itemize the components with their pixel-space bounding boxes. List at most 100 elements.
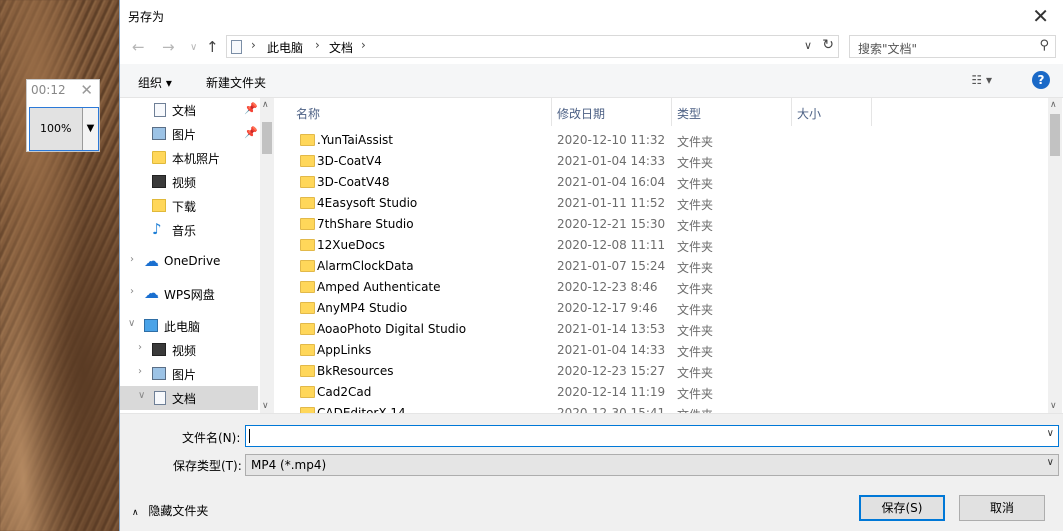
zoom-select[interactable]: 100% ▼ (29, 107, 99, 151)
help-icon[interactable]: ? (1032, 71, 1050, 89)
nav-item-documents[interactable]: 文档 📌 (120, 98, 260, 122)
chevron-down-icon[interactable]: ∨ (128, 318, 135, 329)
back-arrow-icon[interactable]: ← (132, 38, 145, 56)
document-icon (154, 391, 166, 405)
chevron-right-icon[interactable]: › (138, 342, 142, 353)
list-item[interactable]: 4Easysoft Studio 2021-01-11 11:52 文件夹 (276, 193, 876, 214)
hide-folders-toggle[interactable]: ∧ 隐藏文件夹 (132, 502, 208, 519)
nav-item-onedrive[interactable]: › ☁ OneDrive (120, 250, 260, 274)
save-button[interactable]: 保存(S) (859, 495, 945, 521)
file-date: 2021-01-04 16:04 (557, 175, 666, 189)
nav-item-downloads[interactable]: 下载 (120, 194, 260, 218)
column-divider[interactable] (871, 98, 872, 126)
zoom-value: 100% (40, 122, 72, 135)
nav-item-wps[interactable]: › ☁ WPS网盘 (120, 282, 260, 306)
filename-input[interactable]: ∨ (245, 425, 1059, 447)
music-icon: ♪ (152, 220, 162, 238)
list-item[interactable]: AlarmClockData 2021-01-07 15:24 文件夹 (276, 256, 876, 277)
list-item[interactable]: 12XueDocs 2020-12-08 11:11 文件夹 (276, 235, 876, 256)
list-item[interactable]: AoaoPhoto Digital Studio 2021-01-14 13:53… (276, 319, 876, 340)
list-item[interactable]: Cad2Cad 2020-12-14 11:19 文件夹 (276, 382, 876, 403)
breadcrumb-documents[interactable]: 文档 (329, 39, 353, 56)
nav-item-pictures[interactable]: 图片 📌 (120, 122, 260, 146)
column-type[interactable]: 类型 (677, 105, 701, 122)
chevron-down-icon[interactable]: ∨ (804, 39, 812, 52)
chevron-down-icon[interactable]: ∨ (138, 390, 145, 401)
scroll-thumb[interactable] (1050, 114, 1060, 156)
column-divider[interactable] (551, 98, 552, 126)
close-icon[interactable]: ✕ (80, 81, 93, 99)
list-item[interactable]: 3D-CoatV48 2021-01-04 16:04 文件夹 (276, 172, 876, 193)
file-date: 2021-01-04 14:33 (557, 343, 666, 357)
address-bar[interactable]: › 此电脑 › 文档 › ∨ ↻ (226, 35, 839, 58)
filetype-select[interactable]: MP4 (*.mp4) ∨ (245, 454, 1059, 476)
column-date[interactable]: 修改日期 (557, 105, 605, 122)
list-item[interactable]: .YunTaiAssist 2020-12-10 11:32 文件夹 (276, 130, 876, 151)
scroll-up-icon[interactable]: ∧ (1050, 100, 1057, 110)
organize-button[interactable]: 组织 ▾ (138, 74, 172, 91)
recorder-widget[interactable]: 00:12 ✕ 100% ▼ (26, 79, 100, 152)
folder-icon (300, 386, 315, 398)
file-date: 2020-12-23 8:46 (557, 280, 658, 294)
list-item[interactable]: CADEditorX 14 2020-12-30 15:41 文件夹 (276, 403, 876, 413)
pin-icon[interactable]: 📌 (244, 102, 258, 115)
nav-item-this-pc[interactable]: ∨ 此电脑 (120, 314, 260, 338)
pin-icon[interactable]: 📌 (244, 126, 258, 139)
nav-item-pc-documents[interactable]: ∨ 文档 (120, 386, 258, 410)
chevron-right-icon[interactable]: › (130, 286, 134, 297)
chevron-right-icon[interactable]: › (130, 254, 134, 265)
caret-down-icon[interactable]: ▼ (82, 108, 98, 150)
file-type: 文件夹 (677, 135, 714, 149)
up-arrow-icon[interactable]: ↑ (206, 38, 219, 56)
file-type: 文件夹 (677, 324, 714, 338)
search-icon[interactable]: ⚲ (1039, 38, 1049, 53)
list-item[interactable]: 7thShare Studio 2020-12-21 15:30 文件夹 (276, 214, 876, 235)
chevron-right-icon[interactable]: › (251, 38, 256, 52)
scroll-down-icon[interactable]: ∨ (262, 401, 269, 411)
view-options-icon[interactable]: ☷ ▾ (971, 73, 992, 87)
list-item[interactable]: Amped Authenticate 2020-12-23 8:46 文件夹 (276, 277, 876, 298)
file-name: AppLinks (317, 343, 372, 357)
nav-item-local-photos[interactable]: 本机照片 (120, 146, 260, 170)
nav-item-label: 视频 (172, 344, 197, 358)
recent-chevron-icon[interactable]: ∨ (190, 42, 197, 53)
close-icon[interactable]: ✕ (1032, 4, 1049, 28)
new-folder-button[interactable]: 新建文件夹 (206, 74, 266, 91)
scroll-thumb[interactable] (262, 122, 272, 154)
cloud-icon: ☁ (144, 284, 159, 302)
file-date: 2020-12-14 11:19 (557, 385, 666, 399)
chevron-down-icon[interactable]: ∨ (1047, 457, 1054, 468)
scroll-up-icon[interactable]: ∧ (262, 100, 269, 110)
column-divider[interactable] (671, 98, 672, 126)
list-scrollbar[interactable]: ∧ ∨ (1048, 98, 1062, 413)
list-item[interactable]: AppLinks 2021-01-04 14:33 文件夹 (276, 340, 876, 361)
save-options: 文件名(N): ∨ 保存类型(T): MP4 (*.mp4) ∨ ∧ 隐藏文件夹… (120, 413, 1063, 531)
list-item[interactable]: BkResources 2020-12-23 15:27 文件夹 (276, 361, 876, 382)
nav-item-music[interactable]: ♪ 音乐 (120, 218, 260, 242)
column-size[interactable]: 大小 (797, 105, 821, 122)
file-name: 4Easysoft Studio (317, 196, 418, 210)
chevron-right-icon[interactable]: › (361, 38, 366, 52)
column-divider[interactable] (791, 98, 792, 126)
list-item[interactable]: AnyMP4 Studio 2020-12-17 9:46 文件夹 (276, 298, 876, 319)
search-placeholder: 搜索"文档" (858, 42, 918, 56)
breadcrumb-this-pc[interactable]: 此电脑 (267, 39, 303, 56)
search-box[interactable]: 搜索"文档" ⚲ (849, 35, 1056, 58)
scroll-down-icon[interactable]: ∨ (1050, 401, 1057, 411)
nav-item-label: 图片 (172, 128, 197, 142)
nav-item-label: WPS网盘 (164, 288, 215, 302)
column-name[interactable]: 名称 (296, 105, 320, 122)
list-item[interactable]: 3D-CoatV4 2021-01-04 14:33 文件夹 (276, 151, 876, 172)
nav-scrollbar[interactable]: ∧ ∨ (260, 98, 274, 413)
nav-item-pc-videos[interactable]: › 视频 (120, 338, 260, 362)
chevron-right-icon[interactable]: › (138, 366, 142, 377)
refresh-icon[interactable]: ↻ (822, 37, 834, 53)
nav-item-pc-pictures[interactable]: › 图片 (120, 362, 260, 386)
cancel-button[interactable]: 取消 (959, 495, 1045, 521)
nav-item-videos[interactable]: 视频 (120, 170, 260, 194)
file-date: 2020-12-10 11:32 (557, 133, 666, 147)
document-icon (154, 103, 166, 117)
chevron-right-icon[interactable]: › (315, 38, 320, 52)
chevron-down-icon[interactable]: ∨ (1047, 428, 1054, 439)
forward-arrow-icon[interactable]: → (162, 38, 175, 56)
